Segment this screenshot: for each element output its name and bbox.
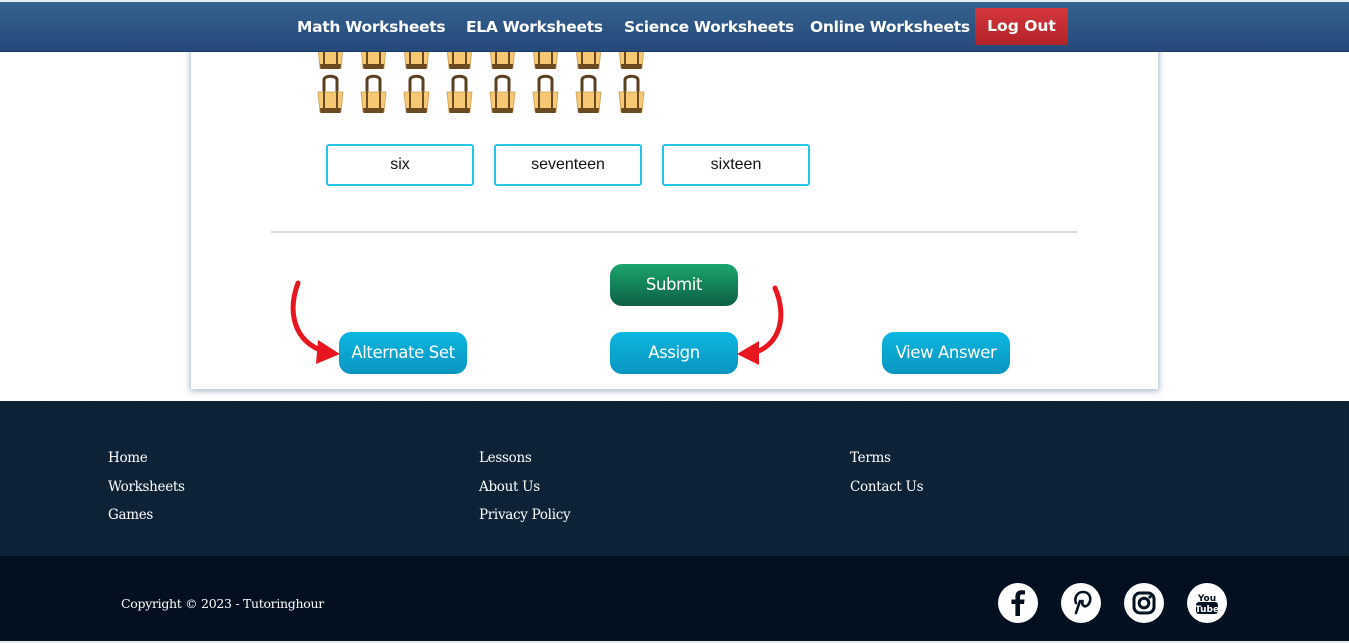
bag-row [316, 72, 646, 116]
logout-button[interactable]: Log Out [975, 8, 1068, 45]
tote-bag-icon [617, 72, 646, 116]
footer-link-contact-us[interactable]: Contact Us [850, 479, 924, 495]
footer-links-area [0, 401, 1349, 556]
divider [271, 231, 1077, 233]
instagram-icon[interactable] [1124, 583, 1164, 623]
youtube-icon[interactable]: You Tube [1187, 583, 1227, 623]
footer-link-lessons[interactable]: Lessons [479, 450, 532, 466]
red-arrow-icon-right [737, 285, 784, 365]
tote-bag-icon [316, 72, 345, 116]
footer-link-terms[interactable]: Terms [850, 450, 891, 466]
tote-bag-icon [574, 72, 603, 116]
alternate-set-button[interactable]: Alternate Set [339, 332, 467, 374]
tote-bag-icon [531, 72, 560, 116]
footer-link-games[interactable]: Games [108, 507, 153, 523]
assign-button[interactable]: Assign [610, 332, 738, 374]
footer-link-about-us[interactable]: About Us [479, 479, 540, 495]
red-arrow-icon-left [290, 280, 340, 364]
top-navbar: Math Worksheets ELA Worksheets Science W… [0, 0, 1349, 52]
svg-text:Tube: Tube [1195, 605, 1219, 615]
submit-button[interactable]: Submit [610, 264, 738, 306]
tote-bag-icon [488, 72, 517, 116]
answer-option-sixteen[interactable]: sixteen [662, 144, 810, 186]
facebook-icon[interactable] [998, 583, 1038, 623]
footer-link-home[interactable]: Home [108, 450, 148, 466]
nav-science-worksheets[interactable]: Science Worksheets [624, 2, 794, 52]
nav-ela-worksheets[interactable]: ELA Worksheets [466, 2, 603, 52]
footer-link-privacy-policy[interactable]: Privacy Policy [479, 507, 571, 523]
answer-option-six[interactable]: six [326, 144, 474, 186]
pinterest-icon[interactable] [1061, 583, 1101, 623]
footer-link-worksheets[interactable]: Worksheets [108, 479, 185, 495]
answer-option-seventeen[interactable]: seventeen [494, 144, 642, 186]
view-answer-button[interactable]: View Answer [882, 332, 1010, 374]
nav-online-worksheets[interactable]: Online Worksheets [810, 2, 970, 52]
tote-bag-icon [359, 72, 388, 116]
tote-bag-icon [402, 72, 431, 116]
tote-bag-icon [445, 72, 474, 116]
nav-math-worksheets[interactable]: Math Worksheets [297, 2, 446, 52]
copyright-text: Copyright © 2023 - Tutoringhour [121, 596, 324, 611]
